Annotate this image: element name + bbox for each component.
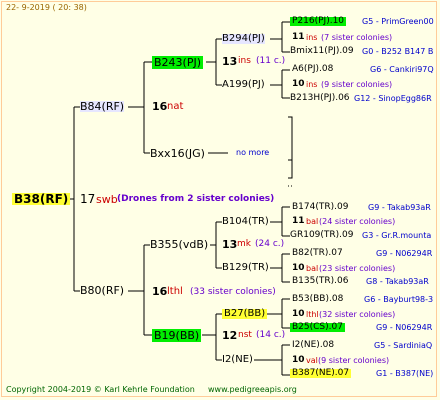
gggp-14-note: (32 sister colonies) <box>319 310 396 319</box>
gggp-14-num: 10 <box>292 309 305 319</box>
gggp-13-gen: G6 - Bayburt98-3 <box>364 295 434 304</box>
gggp-18-gen: G1 - B387(NE) <box>376 369 434 378</box>
parent-upper-num: 16 <box>152 100 168 113</box>
gggp-18[interactable]: B387(NE).07 <box>290 369 352 378</box>
gggp-5-num: 10 <box>292 79 305 89</box>
gp-b[interactable]: Bxx16(JG) <box>150 148 205 159</box>
root-drones: (Drones from 2 sister colonies) <box>117 194 275 204</box>
gggp-15-gen: G9 - N06294R <box>376 323 433 332</box>
gggp-14-label: lthl <box>306 310 319 319</box>
gggp-17-label: val <box>306 356 318 365</box>
parent-upper-label: nat <box>167 101 184 112</box>
gp-d[interactable]: B19(BB) <box>152 329 202 342</box>
gggp-12-gen: G8 - Takab93aR <box>366 277 429 286</box>
root-label: swb <box>96 193 118 206</box>
parent-lower-note: (33 sister colonies) <box>190 287 276 297</box>
root-gen-num: 17 <box>80 192 96 206</box>
gggp-11-num: 10 <box>292 263 305 273</box>
gggp-6[interactable]: B213H(PJ).06 <box>290 94 350 103</box>
gggp-6-gen: G12 - SinopEgg86R <box>354 94 432 103</box>
gggp-4[interactable]: A6(PJ).08 <box>292 65 333 74</box>
gggp-11-label: bal <box>306 264 319 273</box>
gggp-11-note: (23 sister colonies) <box>319 264 396 273</box>
gggp-3-gen: G0 - B252 B147 B <box>362 47 434 56</box>
ggp-b[interactable]: A199(PJ) <box>222 80 265 90</box>
gggp-4-gen: G6 - Cankiri97Q <box>370 65 434 74</box>
gp-b-note: no more <box>236 148 270 157</box>
gggp-10[interactable]: B82(TR).07 <box>292 249 343 258</box>
gggp-17-note: (9 sister colonies) <box>318 356 390 365</box>
gggp-2-note: (7 sister colonies) <box>321 33 393 42</box>
gp-c-label: mk <box>237 239 251 249</box>
gggp-10-gen: G9 - N06294R <box>376 249 433 258</box>
parent-lower-label: lthl <box>167 286 183 297</box>
gp-d-label: nst <box>238 330 252 340</box>
root-queen[interactable]: B38(RF) <box>12 193 71 205</box>
date-stamp: 22- 9-2019 ( 20: 38) <box>6 3 87 12</box>
gggp-13[interactable]: B53(BB).08 <box>292 295 343 304</box>
gp-c[interactable]: B355(vdB) <box>150 239 208 250</box>
gggp-17-num: 10 <box>292 355 305 365</box>
gp-d-note: (14 c.) <box>256 330 286 340</box>
gp-c-num: 13 <box>222 238 238 251</box>
gggp-5-label: ins <box>306 80 318 89</box>
ggp-f[interactable]: I2(NE) <box>222 355 253 365</box>
gggp-7-gen: G9 - Takab93aR <box>368 203 431 212</box>
gp-c-note: (24 c.) <box>255 239 285 249</box>
gp-a-label: ins <box>238 56 251 66</box>
gggp-15[interactable]: B25(CS).07 <box>290 323 345 332</box>
gggp-9[interactable]: GR109(TR).09 <box>290 231 354 240</box>
gggp-9-gen: G3 - Gr.R.mounta <box>362 231 432 240</box>
gp-a[interactable]: B243(PJ) <box>152 56 204 69</box>
gggp-12[interactable]: B135(TR).06 <box>292 277 348 286</box>
gggp-16[interactable]: I2(NE).08 <box>292 341 334 350</box>
gggp-8-label: bal <box>306 217 319 226</box>
gggp-3[interactable]: Bmix11(PJ).09 <box>290 47 354 56</box>
gggp-5-note: (9 sister colonies) <box>321 80 393 89</box>
gggp-7[interactable]: B174(TR).09 <box>292 203 348 212</box>
gggp-1[interactable]: P216(PJ).10 <box>290 17 347 26</box>
gp-a-note: (11 c.) <box>256 56 286 66</box>
ggp-a[interactable]: B294(PJ) <box>222 34 265 44</box>
gggp-2-num: 11 <box>292 32 305 42</box>
gp-d-num: 12 <box>222 329 238 342</box>
gggp-1-gen: G5 - PrimGreen00 <box>362 17 434 26</box>
gggp-8-note: (24 sister colonies) <box>319 217 396 226</box>
ggp-c[interactable]: B104(TR) <box>222 217 269 227</box>
gggp-8-num: 11 <box>292 216 305 226</box>
parent-lower[interactable]: B80(RF) <box>80 285 124 296</box>
footer-site-link[interactable]: www.pedigreeapis.org <box>208 386 297 394</box>
gggp-2-label: ins <box>306 33 318 42</box>
ggp-d[interactable]: B129(TR) <box>222 263 269 273</box>
ggp-e[interactable]: B27(BB) <box>222 309 268 319</box>
footer-copyright: Copyright 2004-2019 © Karl Kehrle Founda… <box>6 385 195 394</box>
gp-a-num: 13 <box>222 55 238 68</box>
gggp-16-gen: G5 - SardiniaQ <box>374 341 433 350</box>
parent-upper[interactable]: B84(RF) <box>80 101 125 112</box>
parent-lower-num: 16 <box>152 285 168 298</box>
